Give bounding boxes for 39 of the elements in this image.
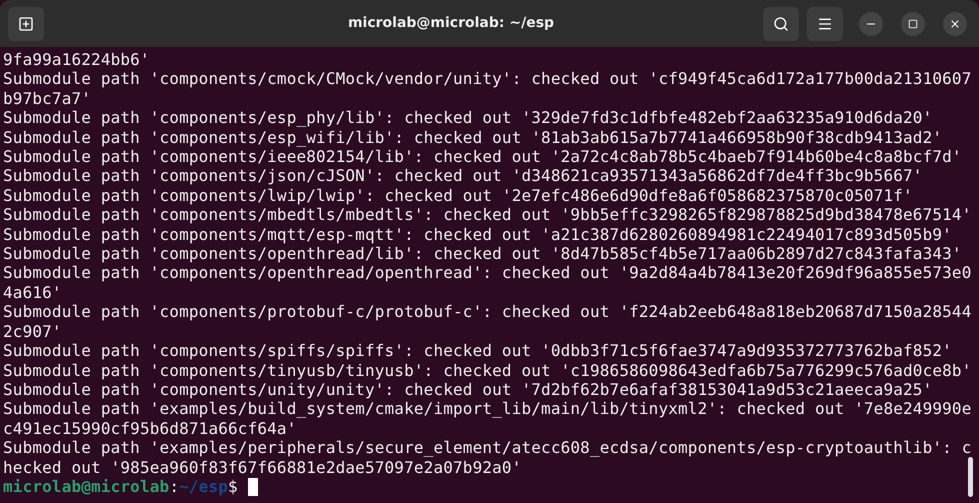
terminal-line: b97bc7a7' (3, 88, 92, 108)
terminal-line: Submodule path 'components/tinyusb/tinyusb': checked out 'c1986586098643edfa6b75a776299c576ad0ce8b' (3, 360, 972, 380)
terminal-line: Submodule path 'components/protobuf-c/protobuf-c': checked out 'f224ab2eeb648a818eb20687d7150a28544 (3, 302, 972, 322)
terminal-line: Submodule path 'components/mbedtls/mbedtls': checked out '9bb5effc3298265f829878825d9bd38478e67514' (3, 205, 972, 225)
terminal-line: Submodule path 'components/esp_phy/lib': checked out '329de7fd3c1dfbfe482ebf2aa63235a910d6da20' (3, 108, 932, 128)
terminal-line: 4a616' (3, 282, 62, 302)
menu-icon (817, 16, 833, 32)
terminal-line: Submodule path 'components/lwip/lwip': checked out '2e7efc486e6d90dfe8a6f058682375870c05071f' (3, 186, 913, 206)
search-icon (773, 16, 789, 32)
terminal-line: Submodule path 'components/spiffs/spiffs': checked out '0dbb3f71c5f6fae3747a9d935372773762baf852' (3, 341, 952, 360)
cursor (248, 478, 258, 496)
menu-button[interactable] (807, 6, 843, 40)
terminal-line: Submodule path 'components/json/cJSON': checked out 'd348621ca93571343a56862df7de4ff3bc9b5667' (3, 166, 923, 186)
search-button[interactable] (763, 6, 799, 40)
terminal-line: Submodule path 'examples/build_system/cmake/import_lib/main/lib/tinyxml2': checked out '7e8e249990e (3, 399, 972, 419)
window-title: microlab@microlab: ~/esp (348, 14, 554, 33)
maximize-icon (908, 18, 918, 28)
terminal-line: Submodule path 'components/openthread/lib': checked out '8d47b585cf4b5e717aa06b2897d27c843fafa343' (3, 244, 962, 264)
prompt-path: ~/esp (179, 476, 228, 496)
terminal-line: Submodule path 'components/cmock/CMock/vendor/unity': checked out 'cf949f45ca6d172a177b00da21310607 (3, 69, 972, 89)
terminal-line: Submodule path 'components/mqtt/esp-mqtt': checked out 'a21c387d6280260894981c22494017c893d505b9' (3, 224, 952, 244)
terminal-line: c491ec15990cf95b6d871a66cf64a' (3, 418, 296, 438)
prompt-symbol: $ (228, 476, 238, 496)
terminal-line: 2c907' (3, 322, 62, 342)
terminal-line: Submodule path 'components/ieee802154/lib': checked out '2a72c4c8ab78b5c4baeb7f914b60be4c8a8bcf7d' (3, 147, 962, 166)
prompt-user: microlab@microlab (3, 476, 170, 496)
new-tab-icon (18, 16, 34, 32)
terminal-line: Submodule path 'examples/peripherals/secure_element/atecc608_ecdsa/components/esp-cryptoauthlib': c (3, 438, 972, 458)
terminal-line: Submodule path 'components/openthread/openthread': checked out '9a2d84a4b78413e20f269df96a855e573e0 (3, 263, 972, 283)
close-icon (949, 18, 961, 30)
terminal-line: Submodule path 'components/unity/unity': checked out '7d2bf62b7e6afaf38153041a9d53c21aeeca9a25' (3, 380, 932, 400)
terminal-line: Submodule path 'components/esp_wifi/lib': checked out '81ab3ab615a7b7741a466958b90f38cdb9413ad2' (3, 128, 942, 148)
maximize-button[interactable] (901, 12, 925, 36)
scrollbar[interactable] (968, 457, 973, 497)
close-button[interactable] (943, 12, 967, 36)
new-tab-button[interactable] (8, 6, 44, 40)
terminal-line: hecked out '985ea960f83f67f66881e2dae57097e2a07b92a0' (3, 458, 522, 477)
terminal-line: 9fa99a16224bb6' (3, 50, 150, 70)
prompt-separator: : (169, 476, 180, 496)
